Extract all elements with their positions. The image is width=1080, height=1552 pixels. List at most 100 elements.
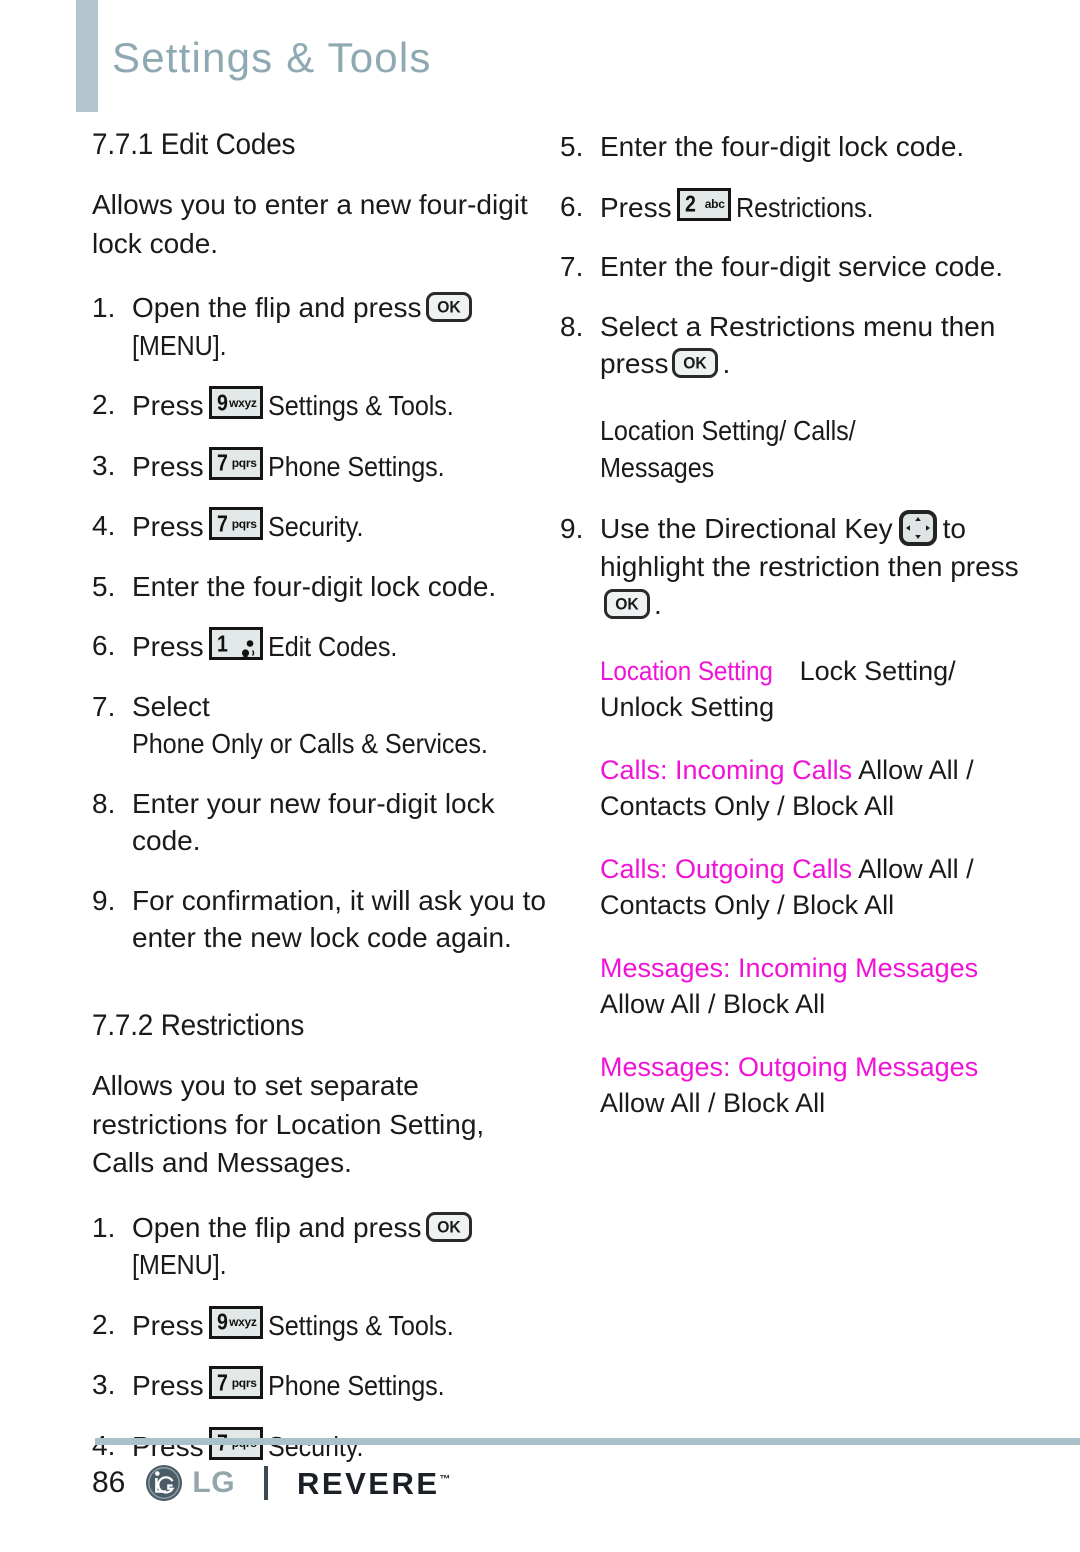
option-label: Calls: Incoming Calls xyxy=(600,754,853,785)
keypad-key-9-icon: 9 wxyz xyxy=(208,1305,263,1339)
step-text: Enter the four-digit lock code. xyxy=(600,131,965,162)
step-item: 9. Use the Directional Key to highlight th… xyxy=(560,510,1020,623)
step-item: 2. Press 9 wxyz Settings & Tools. xyxy=(92,1305,552,1345)
step-number: 6. xyxy=(560,190,584,222)
voicemail-icon xyxy=(238,633,256,660)
option-values: Allow All / Block All xyxy=(600,989,826,1020)
step-text: For confirmation, it will ask you to ent… xyxy=(132,884,546,954)
footer-content: 86 LG REVERE™ xyxy=(92,1464,451,1502)
step-number: 4. xyxy=(92,510,116,542)
step-text: Enter the four-digit service code. xyxy=(600,251,1004,283)
step-item: 8. Select a Restrictions menu then press O… xyxy=(560,308,1020,383)
step-number: 7. xyxy=(560,251,584,283)
option-row: Calls: Incoming Calls Allow All / Contac… xyxy=(560,752,1020,825)
step-text: Press xyxy=(132,450,204,482)
options-heading-line2: Messages xyxy=(600,451,715,483)
key-digit: 7 xyxy=(216,1369,228,1396)
key-digit: 7 xyxy=(216,510,228,537)
step-text-menu: [MENU]. xyxy=(132,1249,227,1281)
key-letters: pqrs xyxy=(231,1375,257,1390)
keypad-key-7-icon: 7pqrs xyxy=(208,507,263,541)
section-intro-restrictions: Allows you to set separate restrictions … xyxy=(92,1069,485,1179)
key-letters: pqrs xyxy=(231,456,257,471)
right-column: 5. Enter the four-digit lock code. 6. Pres… xyxy=(560,128,1020,1147)
key-digit: 7 xyxy=(216,449,228,476)
keypad-key-1-icon: 1 xyxy=(208,627,263,661)
option-row: Calls: Outgoing Calls Allow All / Contac… xyxy=(560,851,1020,924)
step-item: 7. Enter the four-digit service code. xyxy=(560,248,1020,286)
step-number: 3. xyxy=(92,1369,116,1401)
step-item: 4.Press7pqrsSecurity. xyxy=(92,507,552,546)
step-text-menu: Phone Settings. xyxy=(267,1370,445,1402)
left-column: 7.7.1 Edit Codes Allows you to enter a n… xyxy=(92,128,552,1487)
step-text-menu: Settings & Tools. xyxy=(267,390,454,422)
option-row: Location Setting Lock Setting/ Unlock Se… xyxy=(560,653,1020,726)
section-heading-restrictions: 7.7.2 Restrictions xyxy=(92,1008,305,1042)
option-label: Messages: Incoming Messages xyxy=(600,952,979,983)
section-intro-edit-codes: Allows you to enter a new four-digit loc… xyxy=(92,189,528,259)
step-number: 6. xyxy=(92,630,116,662)
step-text-tail: . xyxy=(722,348,731,380)
step-text: Select a Restrictions menu then press xyxy=(600,310,996,380)
step-item: 5. Enter the four-digit lock code. xyxy=(92,568,552,606)
ok-key-label: OK xyxy=(615,594,639,614)
key-digit: 9 xyxy=(216,389,228,416)
step-text: Press xyxy=(132,1309,204,1341)
step-text: Select xyxy=(132,690,210,722)
step-item: 5. Enter the four-digit lock code. xyxy=(560,128,1020,166)
step-number: 5. xyxy=(560,131,584,162)
directional-key-icon xyxy=(898,510,937,547)
ok-key-icon: OK xyxy=(425,292,472,323)
options-heading: Location Setting/ Calls/ Messages xyxy=(560,413,1020,487)
step-number: 9. xyxy=(560,513,584,545)
step-text: Press xyxy=(600,191,672,223)
step-item: 1. Open the flip and press OK [MENU]. xyxy=(92,1209,552,1284)
step-number: 5. xyxy=(92,570,116,602)
step-item: 8. Enter your new four-digit lock code. xyxy=(92,785,552,860)
footer-divider xyxy=(95,1438,1080,1445)
page-header: Settings & Tools xyxy=(0,0,1080,118)
step-text-menu: Security. xyxy=(267,511,363,543)
step-text-menu: Settings & Tools. xyxy=(267,1309,454,1341)
step-number: 3. xyxy=(92,449,116,481)
step-text: Open the flip and press xyxy=(132,1211,422,1243)
key-letters: pqrs xyxy=(231,516,257,531)
step-text: Press xyxy=(132,390,204,422)
keypad-key-7-icon: 7pqrs xyxy=(208,446,263,480)
header-accent-bar xyxy=(76,0,98,112)
option-label: Calls: Outgoing Calls xyxy=(600,853,853,884)
step-text: Press xyxy=(132,631,204,663)
step-number: 2. xyxy=(92,389,116,421)
step-item: 3. Press 7 pqrs Phone Settings. xyxy=(92,1366,552,1405)
option-label: Messages: Outgoing Messages xyxy=(600,1051,979,1082)
step-text-menu: Phone Settings. xyxy=(267,450,445,482)
step-text: Enter your new four-digit lock code. xyxy=(132,787,495,857)
step-text: Enter the four-digit lock code. xyxy=(132,570,497,602)
ok-key-label: OK xyxy=(436,297,461,317)
step-text-menu: Edit Codes. xyxy=(267,631,397,663)
key-digit: 1 xyxy=(216,630,228,657)
step-text: Press xyxy=(132,1370,204,1402)
step-number: 8. xyxy=(560,310,584,342)
step-number: 9. xyxy=(92,884,116,916)
section-heading-edit-codes: 7.7.1 Edit Codes xyxy=(92,128,296,161)
step-item: 6. Press 2 abc Restrictions. xyxy=(560,187,1020,227)
step-item: 7. Select Phone Only or Calls & Services. xyxy=(92,688,552,763)
lg-brand-logo: LG xyxy=(145,1464,235,1502)
step-text-menu: Restrictions. xyxy=(735,191,874,223)
step-text: Press xyxy=(132,511,204,543)
logo-divider xyxy=(264,1466,269,1500)
keypad-key-2-icon: 2 abc xyxy=(676,187,731,221)
option-row: Messages: Incoming Messages Allow All / … xyxy=(560,950,1020,1023)
page-title: Settings & Tools xyxy=(112,34,432,81)
option-row: Messages: Outgoing Messages Allow All / … xyxy=(560,1049,1020,1122)
page-number: 86 xyxy=(92,1466,126,1499)
option-values: Allow All / Block All xyxy=(600,1087,826,1118)
keypad-key-7-icon: 7pqrs xyxy=(208,1366,263,1400)
ok-key-label: OK xyxy=(683,353,708,373)
ok-key-icon: OK xyxy=(425,1211,472,1242)
step-item: 1. Open the flip and press OK [MENU]. xyxy=(92,289,552,364)
step-text-period: . xyxy=(654,588,662,620)
page-footer: 86 LG REVERE™ xyxy=(0,1438,1080,1552)
step-number: 2. xyxy=(92,1308,116,1340)
